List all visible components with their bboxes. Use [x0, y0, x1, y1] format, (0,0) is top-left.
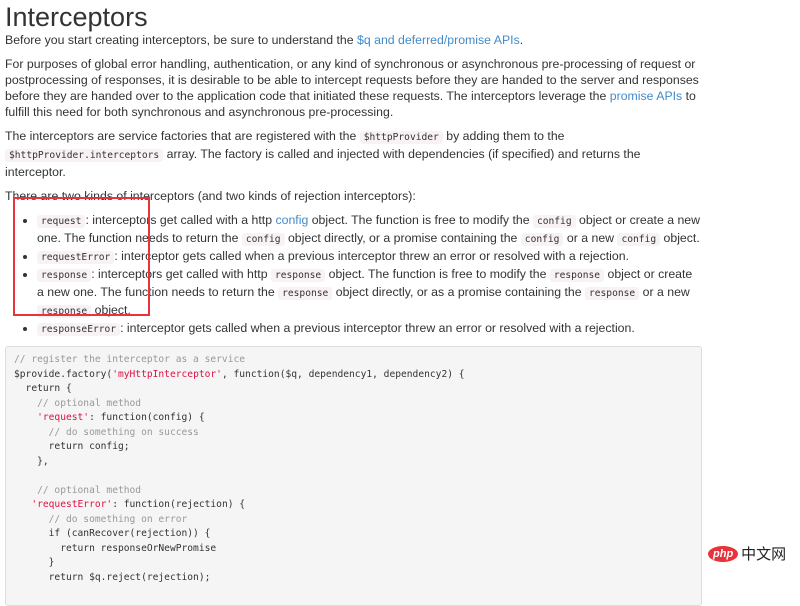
- code-text: : function(rejection) {: [112, 499, 246, 510]
- text: object directly, or as a promise contain…: [332, 285, 585, 299]
- code-text: }: [14, 557, 55, 568]
- list-item-response-error: responseError: interceptor gets called w…: [37, 320, 700, 338]
- text: by adding them to the: [442, 129, 565, 143]
- code-text: $provide.factory(: [14, 368, 113, 380]
- text: : interceptor gets called when a previou…: [120, 321, 635, 335]
- inline-code: response: [278, 287, 333, 300]
- inline-code: response: [549, 269, 605, 282]
- code-text: return config;: [14, 441, 130, 452]
- code-string: 'myHttpInterceptor': [112, 368, 222, 380]
- watermark: php 中文网: [708, 543, 786, 564]
- code-comment: // optional method: [14, 397, 142, 409]
- promise-apis-link[interactable]: promise APIs: [610, 89, 682, 103]
- code-text: return {: [14, 383, 72, 394]
- text: .: [519, 33, 524, 47]
- code-comment: // do something on success: [14, 426, 199, 438]
- code-text: : function(config) {: [89, 412, 205, 423]
- inline-code: responseError: [37, 323, 121, 336]
- intro-paragraph: Before you start creating interceptors, …: [5, 32, 700, 48]
- code-text: if (canRecover(rejection)) {: [14, 528, 211, 539]
- text: or a new: [639, 285, 690, 299]
- text: object.: [660, 231, 700, 245]
- code-block: // register the interceptor as a service…: [5, 346, 702, 606]
- code-comment: // register the interceptor as a service: [14, 354, 246, 365]
- code-string: 'requestError': [14, 499, 113, 510]
- inline-code: $httpProvider.interceptors: [5, 149, 164, 162]
- text: : interceptor gets called when a previou…: [114, 249, 629, 263]
- code-string: 'request': [14, 412, 90, 423]
- inline-code: config: [532, 215, 576, 228]
- inline-code: config: [241, 233, 285, 246]
- code-comment: // do something on error: [14, 513, 188, 525]
- watermark-text: 中文网: [741, 546, 787, 563]
- inline-code: config: [617, 233, 661, 246]
- config-link[interactable]: config: [275, 213, 308, 227]
- text: For purposes of global error handling, a…: [5, 57, 699, 103]
- code-text: , function($q, dependency1, dependency2)…: [221, 368, 465, 380]
- q-promise-link[interactable]: $q and deferred/promise APIs: [357, 33, 520, 47]
- code-text: return responseOrNewPromise: [14, 542, 217, 554]
- text: or a new: [563, 231, 618, 245]
- page-title: Interceptors: [5, 2, 148, 32]
- code-text: return $q.reject(rejection);: [14, 571, 211, 583]
- text: object. The function is free to modify t…: [325, 267, 550, 281]
- factory-paragraph: The interceptors are service factories t…: [5, 128, 700, 180]
- highlight-annotation-box: [13, 197, 150, 316]
- text: Before you start creating interceptors, …: [5, 33, 358, 47]
- text: The interceptors are service factories t…: [5, 129, 360, 143]
- purpose-paragraph: For purposes of global error handling, a…: [5, 56, 700, 120]
- text: object. The function is free to modify t…: [308, 213, 533, 227]
- code-text: },: [14, 455, 49, 467]
- inline-code: response: [584, 287, 640, 300]
- inline-code: response: [270, 269, 326, 282]
- php-logo: php: [708, 545, 739, 562]
- inline-code: config: [520, 233, 564, 246]
- code-comment: // optional method: [14, 484, 142, 496]
- text: object directly, or a promise containing…: [284, 231, 521, 245]
- inline-code: $httpProvider: [359, 131, 443, 144]
